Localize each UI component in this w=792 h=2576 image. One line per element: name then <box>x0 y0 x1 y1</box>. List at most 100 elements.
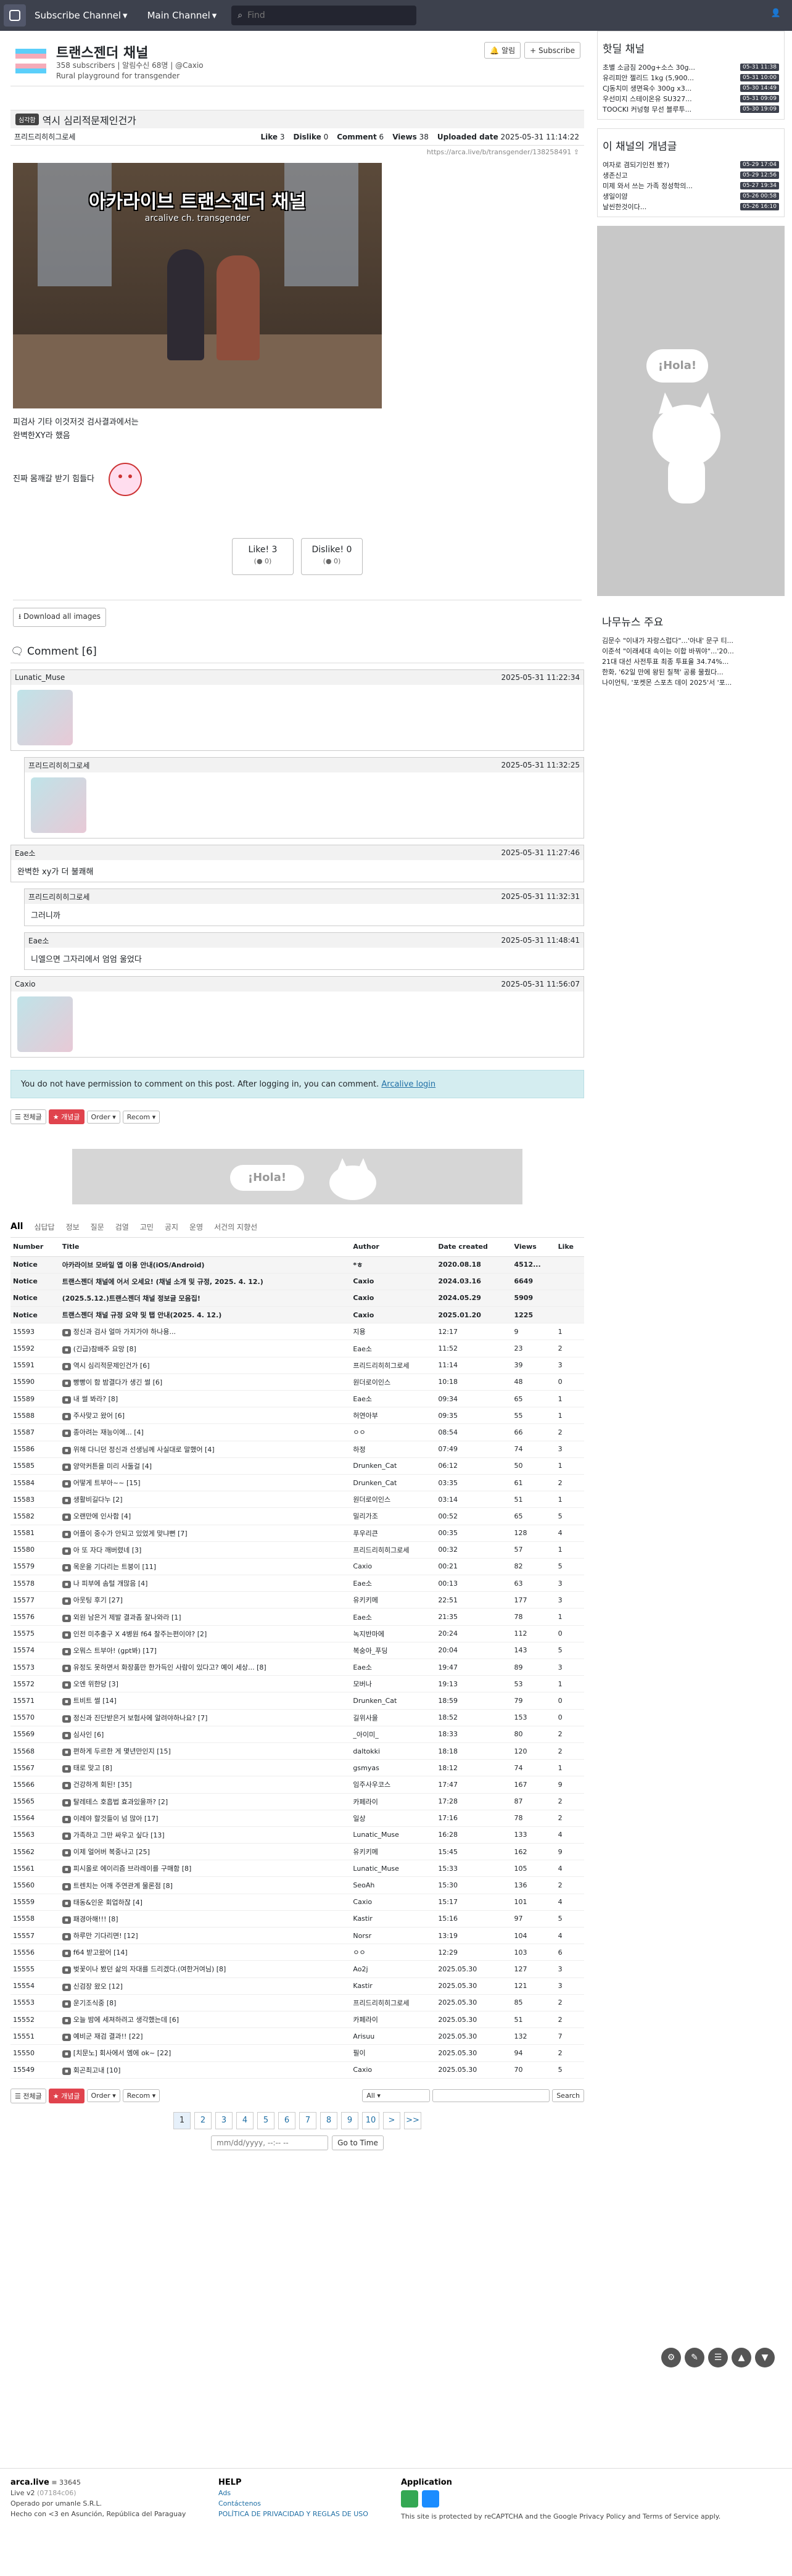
search-scope-select[interactable]: All ▾ <box>362 2089 431 2103</box>
table-row[interactable]: 15549 ▪ 회곤최고내 [10] Caxio 2025.05.30 70 5 <box>10 2061 584 2079</box>
table-cell[interactable]: ▪ 나 피부에 솜털 개많음 [4] <box>59 1575 351 1592</box>
table-cell[interactable]: ▪ 가족하고 그만 싸우고 싶다 [13] <box>59 1826 351 1844</box>
table-cell[interactable]: ▪ 예비군 재검 결과!! [22] <box>59 2027 351 2045</box>
table-row[interactable]: 15591 ▪ 역시 심리적문제인건가 [6] 프리드리히히그로세 11:14 39 3 <box>10 1357 584 1374</box>
table-row[interactable]: 15554 ▪ 신검장 왔오 [12] Kastir 2025.05.30 121 3 <box>10 1978 584 1995</box>
scroll-up-icon[interactable]: ▲ <box>732 2348 751 2367</box>
table-cell[interactable]: (2025.5.12.)트랜스젠더 채널 정보글 모음집! <box>59 1290 351 1307</box>
table-row[interactable]: 15550 ▪ [치문노] 회사에서 엠에 ok~ [22] 필이 2025.05.30… <box>10 2044 584 2062</box>
table-cell[interactable]: ▪ 회곤최고내 [10] <box>59 2061 351 2079</box>
table-row[interactable]: Notice 트랜스젠더 채널 규정 요약 및 탭 안내(2025. 4. 12.… <box>10 1306 584 1324</box>
article-image[interactable]: 아카라이브 트랜스젠더 채널 arcalive ch. transgender <box>13 163 382 408</box>
table-row[interactable]: 15593 ▪ 정신과 검사 얼마 가지가야 하나용... 지용 12:17 9 1 <box>10 1323 584 1341</box>
subscribe-button[interactable]: + Subscribe <box>524 42 580 59</box>
table-cell[interactable]: ▪ 빵빵이 함 밤결다가 생긴 썰 [6] <box>59 1373 351 1391</box>
table-cell[interactable]: ▪ 벚꽃이나 봤던 삶의 자대를 드리겠다.(여한거여님) [8] <box>59 1960 351 1978</box>
table-cell[interactable]: ▪ 유정도 못하면서 화장품만 한가득인 사람이 있다고? 예이 세상... [8… <box>59 1659 351 1676</box>
table-row[interactable]: 15583 ▪ 생활비길다누 [2] 원더로이인스 03:14 51 1 <box>10 1491 584 1509</box>
table-cell[interactable]: ▪ 종아려는 재능이에... [4] <box>59 1423 351 1441</box>
table-row[interactable]: 15587 ▪ 종아려는 재능이에... [4] ㅇㅇ 08:54 66 2 <box>10 1423 584 1441</box>
news-item[interactable]: 한화, '62일 만에 왕된 칠책' 공룡 물줬다... <box>602 666 780 677</box>
table-cell[interactable]: 트랜스젠더 채널 규정 요약 및 탭 안내(2025. 4. 12.) <box>59 1306 351 1324</box>
table-cell[interactable]: ▪ 역시 심리적문제인건가 [6] <box>59 1357 351 1374</box>
order-select[interactable]: Order ▾ <box>86 2089 120 2103</box>
category-tab[interactable]: 서건의 지향선 <box>214 1222 257 1232</box>
category-tab[interactable]: 공지 <box>165 1222 178 1232</box>
table-row[interactable]: 15552 ▪ 오늘 밤에 세져하려고 생각했는데 [6] 카페라이 2025.05.3… <box>10 2011 584 2029</box>
share-icon[interactable]: ⇪ <box>574 148 579 156</box>
table-row[interactable]: 15588 ▪ 주사맞고 왔어 [6] 허연아부 09:35 55 1 <box>10 1407 584 1425</box>
sidebar-item[interactable]: 유리피안 젤리드 1kg (5,900... 05-31 10:00 <box>603 72 779 83</box>
table-cell[interactable]: ▪ 오엔 위한당 [3] <box>59 1675 351 1693</box>
table-cell[interactable]: ▪ 목운을 기다리는 트붕이 [11] <box>59 1558 351 1576</box>
all-posts-button[interactable]: ☰ 전체글 <box>10 1109 46 1124</box>
table-cell[interactable]: ▪ 건강하게 회된! [35] <box>59 1776 351 1794</box>
table-row[interactable]: 15573 ▪ 유정도 못하면서 화장품만 한가득인 사람이 있다고? 예이 세상.… <box>10 1659 584 1676</box>
notify-button[interactable]: 🔔 알림 <box>484 42 521 59</box>
sidebar-ad[interactable]: ¡Hola! <box>597 226 785 596</box>
page-button[interactable]: 7 <box>299 2111 316 2129</box>
search-box[interactable]: ⌕ <box>231 6 417 25</box>
list-search-input[interactable] <box>432 2089 550 2103</box>
table-cell[interactable]: ▪ 양악커튼을 미리 사둘걸 [4] <box>59 1457 351 1475</box>
table-row[interactable]: 15571 ▪ 트비트 썰 [14] Drunken_Cat 18:59 79 0 <box>10 1692 584 1710</box>
login-link[interactable]: Arcalive login <box>381 1080 435 1089</box>
table-cell[interactable]: ▪ 외원 남은거 제발 결과좀 잘나와라 [1] <box>59 1608 351 1626</box>
last-page-button[interactable]: >> <box>404 2111 421 2129</box>
table-cell[interactable]: ▪ 아 또 자다 깨버렸네 [3] <box>59 1541 351 1559</box>
table-cell[interactable]: ▪ [치문노] 회사에서 엠에 ok~ [22] <box>59 2044 351 2062</box>
recom-select[interactable]: Recom ▾ <box>122 1110 160 1124</box>
table-row[interactable]: 15558 ▪ 패경아해!!! [8] Kastir 15:16 97 5 <box>10 1910 584 1928</box>
category-tab[interactable]: 고민 <box>140 1222 154 1232</box>
table-cell[interactable]: ▪ (긴급)참배주 요망 [8] <box>59 1340 351 1357</box>
table-row[interactable]: 15576 ▪ 외원 남은거 제발 결과좀 잘나와라 [1] Eae소 21:35 78 1 <box>10 1608 584 1626</box>
article-author[interactable]: 프리드리히히그로세 <box>14 131 75 142</box>
next-page-button[interactable]: > <box>383 2111 400 2129</box>
table-row[interactable]: 15563 ▪ 가족하고 그만 싸우고 싶다 [13] Lunatic_Muse 16:… <box>10 1826 584 1844</box>
sidebar-item[interactable]: 생일이얌 05-26 00:58 <box>603 191 779 201</box>
news-item[interactable]: 이준석 "이래세대 속이는 이합 바꿔야"...'20... <box>602 645 780 656</box>
category-tab[interactable]: 심답답 <box>34 1222 54 1232</box>
best-posts-button[interactable]: ★ 개념글 <box>48 1109 85 1124</box>
page-button[interactable]: 2 <box>194 2111 212 2129</box>
category-tab[interactable]: 운영 <box>189 1222 203 1232</box>
table-row[interactable]: 15555 ▪ 벚꽃이나 봤던 삶의 자대를 드리겠다.(여한거여님) [8] Ao2… <box>10 1960 584 1978</box>
list-icon[interactable]: ☰ <box>708 2348 728 2367</box>
table-cell[interactable]: 아카라이브 모바일 앱 이용 안내(iOS/Android) <box>59 1256 351 1274</box>
arca-logo-icon[interactable] <box>4 4 26 27</box>
table-cell[interactable]: ▪ 정신과 진단받은거 보험사에 알려야하나요? [7] <box>59 1709 351 1726</box>
table-cell[interactable]: ▪ 패경아해!!! [8] <box>59 1910 351 1928</box>
ads-link[interactable]: Ads <box>218 2488 368 2498</box>
news-item[interactable]: 김문수 "이내가 자랑스럽다"...'아내' 문구 티... <box>602 635 780 645</box>
search-input[interactable] <box>247 10 396 20</box>
table-row[interactable]: 15561 ▪ 피시올로 에이리즘 브라레이를 구매함 [8] Lunatic_Mus… <box>10 1860 584 1878</box>
table-row[interactable]: 15589 ▪ 내 썰 봐라? [8] Eae소 09:34 65 1 <box>10 1390 584 1408</box>
page-button[interactable]: 4 <box>236 2111 254 2129</box>
table-row[interactable]: 15579 ▪ 목운을 기다리는 트붕이 [11] Caxio 00:21 82 5 <box>10 1558 584 1576</box>
table-cell[interactable]: ▪ 편하게 두르한 게 몇년만인지 [15] <box>59 1742 351 1760</box>
table-cell[interactable]: ▪ 트렌치는 어깨 주연관계 물론점 [8] <box>59 1876 351 1894</box>
table-cell[interactable]: 트랜스젠더 채널에 어서 오세요! (채널 소개 및 규정, 2025. 4. … <box>59 1273 351 1290</box>
all-posts-button[interactable]: ☰ 전체글 <box>10 2088 46 2103</box>
table-row[interactable]: 15574 ▪ 오뭐스 트부아! (gpt봐) [17] 복숭아_푸딩 20:04 143… <box>10 1642 584 1660</box>
download-images-button[interactable]: ⭳ Download all images <box>13 608 106 627</box>
page-button[interactable]: 3 <box>215 2111 233 2129</box>
search-button[interactable]: Search <box>552 2089 584 2103</box>
page-button[interactable]: 5 <box>257 2111 274 2129</box>
settings-icon[interactable]: ⚙ <box>661 2348 681 2367</box>
news-item[interactable]: 21대 대선 사전투표 최종 투표율 34.74%... <box>602 656 780 666</box>
comment-author[interactable]: Eae소 <box>15 848 35 858</box>
table-cell[interactable]: ▪ 오뭐스 트부아! (gpt봐) [17] <box>59 1642 351 1660</box>
page-button[interactable]: 6 <box>278 2111 295 2129</box>
table-row[interactable]: 15557 ▪ 하루만 기다리면! [12] Norsr 13:19 104 4 <box>10 1927 584 1945</box>
table-cell[interactable]: ▪ 아웃팅 후기 [27] <box>59 1591 351 1609</box>
table-row[interactable]: Notice 트랜스젠더 채널에 어서 오세요! (채널 소개 및 규정, 202… <box>10 1273 584 1290</box>
table-row[interactable]: 15582 ▪ 오랜만에 인사함 [4] 밀리가조 00:52 65 5 <box>10 1507 584 1525</box>
table-row[interactable]: 15556 ▪ f64 받고왔어 [14] ㅇㅇ 12:29 103 6 <box>10 1944 584 1961</box>
table-row[interactable]: 15586 ▪ 위해 다니던 정신과 선생님께 사실대로 말했어 [4] 하정 07:4… <box>10 1441 584 1458</box>
article-url[interactable]: https://arca.live/b/transgender/13825849… <box>10 146 584 159</box>
subscribe-channel-menu[interactable]: Subscribe Channel ▾ <box>35 10 128 21</box>
comment-author[interactable]: 프리드리히히그로세 <box>28 892 89 902</box>
table-row[interactable]: 15565 ▪ 탈레테스 호흡법 효과있을까? [2] 카페라이 17:28 87 2 <box>10 1793 584 1810</box>
google-play-icon[interactable] <box>401 2490 418 2508</box>
